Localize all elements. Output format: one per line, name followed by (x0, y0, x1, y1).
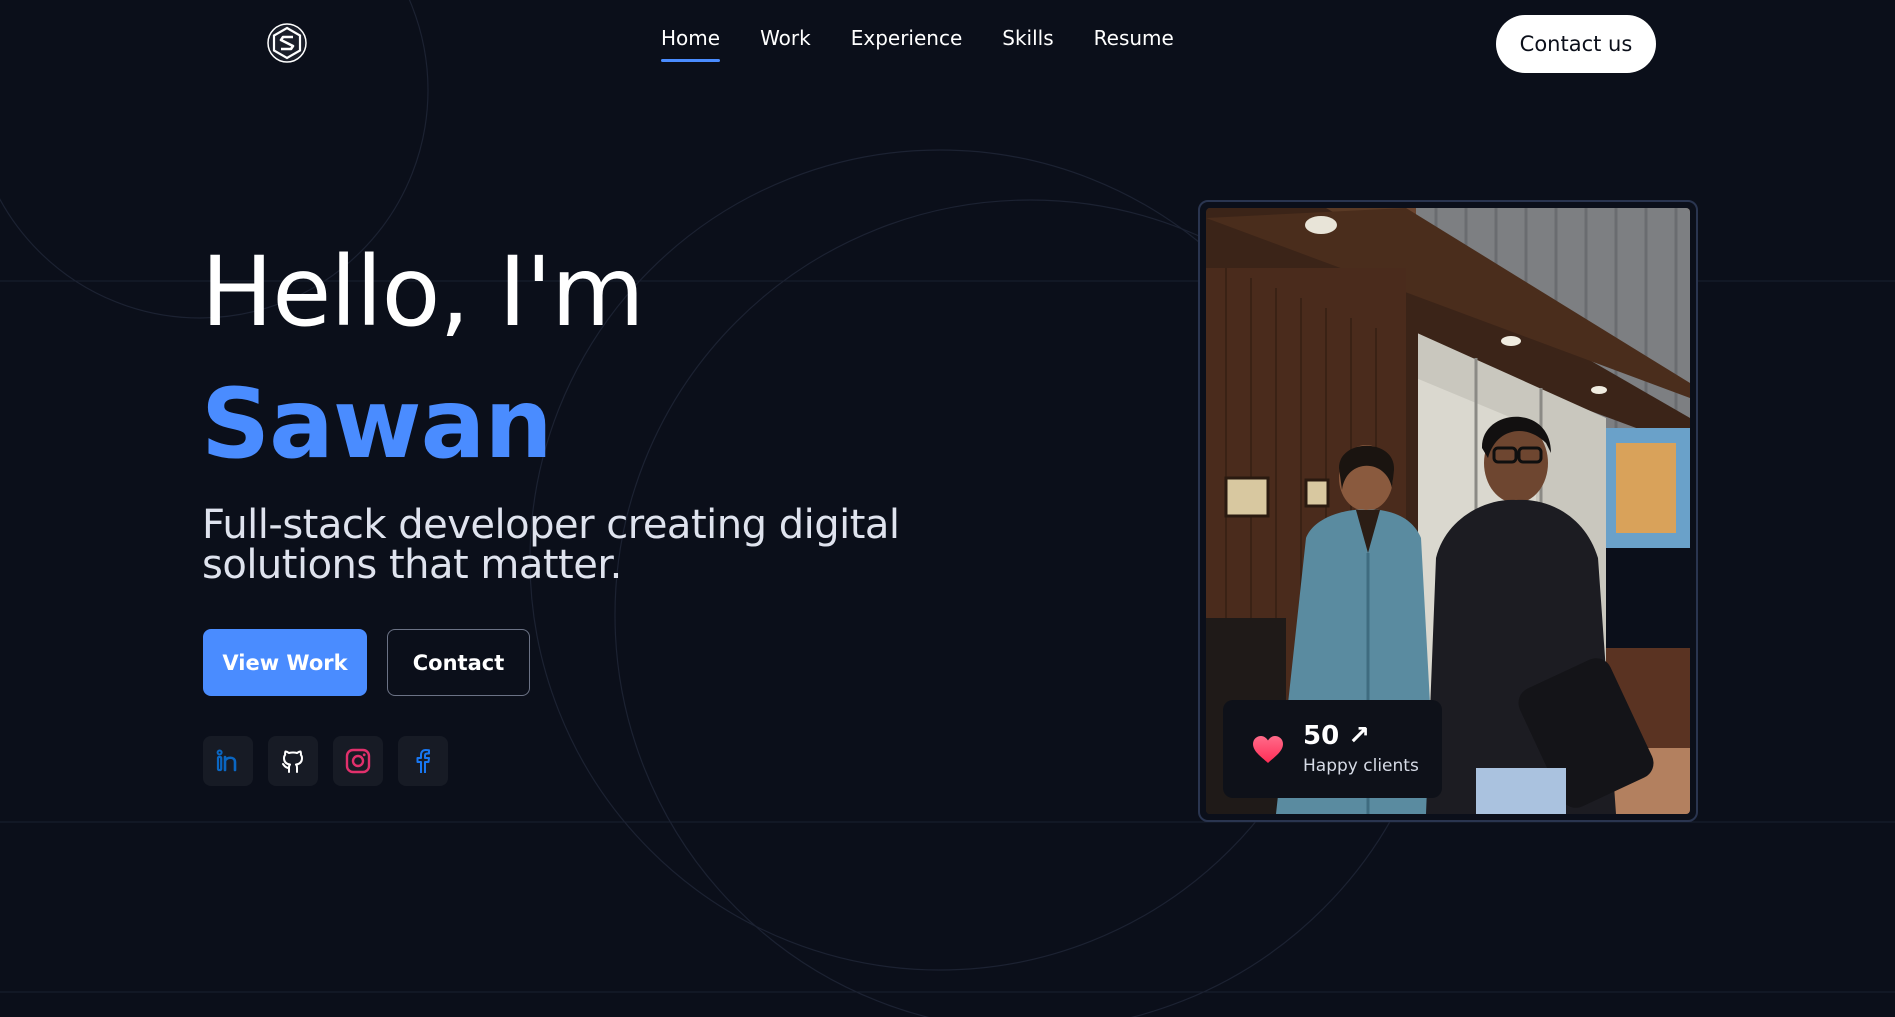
linkedin-link[interactable] (203, 736, 253, 786)
facebook-link[interactable] (398, 736, 448, 786)
page: Home Work Experience Skills Resume Conta… (0, 0, 1895, 1017)
nav-item-resume[interactable]: Resume (1094, 26, 1174, 62)
heart-icon (1253, 736, 1283, 763)
instagram-icon (345, 748, 371, 774)
view-work-button[interactable]: View Work (203, 629, 367, 696)
site-logo[interactable] (266, 22, 308, 64)
happy-clients-card: 50 ↗ Happy clients (1223, 700, 1442, 798)
happy-clients-label: Happy clients (1303, 756, 1419, 777)
contact-button[interactable]: Contact (387, 629, 530, 696)
social-links (203, 736, 448, 786)
logo-icon (267, 23, 307, 63)
nav-item-skills[interactable]: Skills (1002, 26, 1053, 62)
main-nav: Home Work Experience Skills Resume (661, 26, 1174, 62)
github-link[interactable] (268, 736, 318, 786)
nav-item-work[interactable]: Work (760, 26, 811, 62)
instagram-link[interactable] (333, 736, 383, 786)
happy-clients-count: 50 ↗ (1303, 720, 1371, 751)
hero-greeting: Hello, I'm (201, 236, 645, 348)
linkedin-icon (216, 749, 237, 772)
hero-name: Sawan (201, 368, 553, 480)
nav-item-experience[interactable]: Experience (851, 26, 963, 62)
hero-tagline: Full-stack developer creating digital so… (202, 502, 900, 588)
contact-us-button[interactable]: Contact us (1496, 15, 1656, 73)
nav-item-home[interactable]: Home (661, 26, 721, 62)
facebook-icon (416, 749, 430, 773)
github-icon (282, 750, 303, 773)
